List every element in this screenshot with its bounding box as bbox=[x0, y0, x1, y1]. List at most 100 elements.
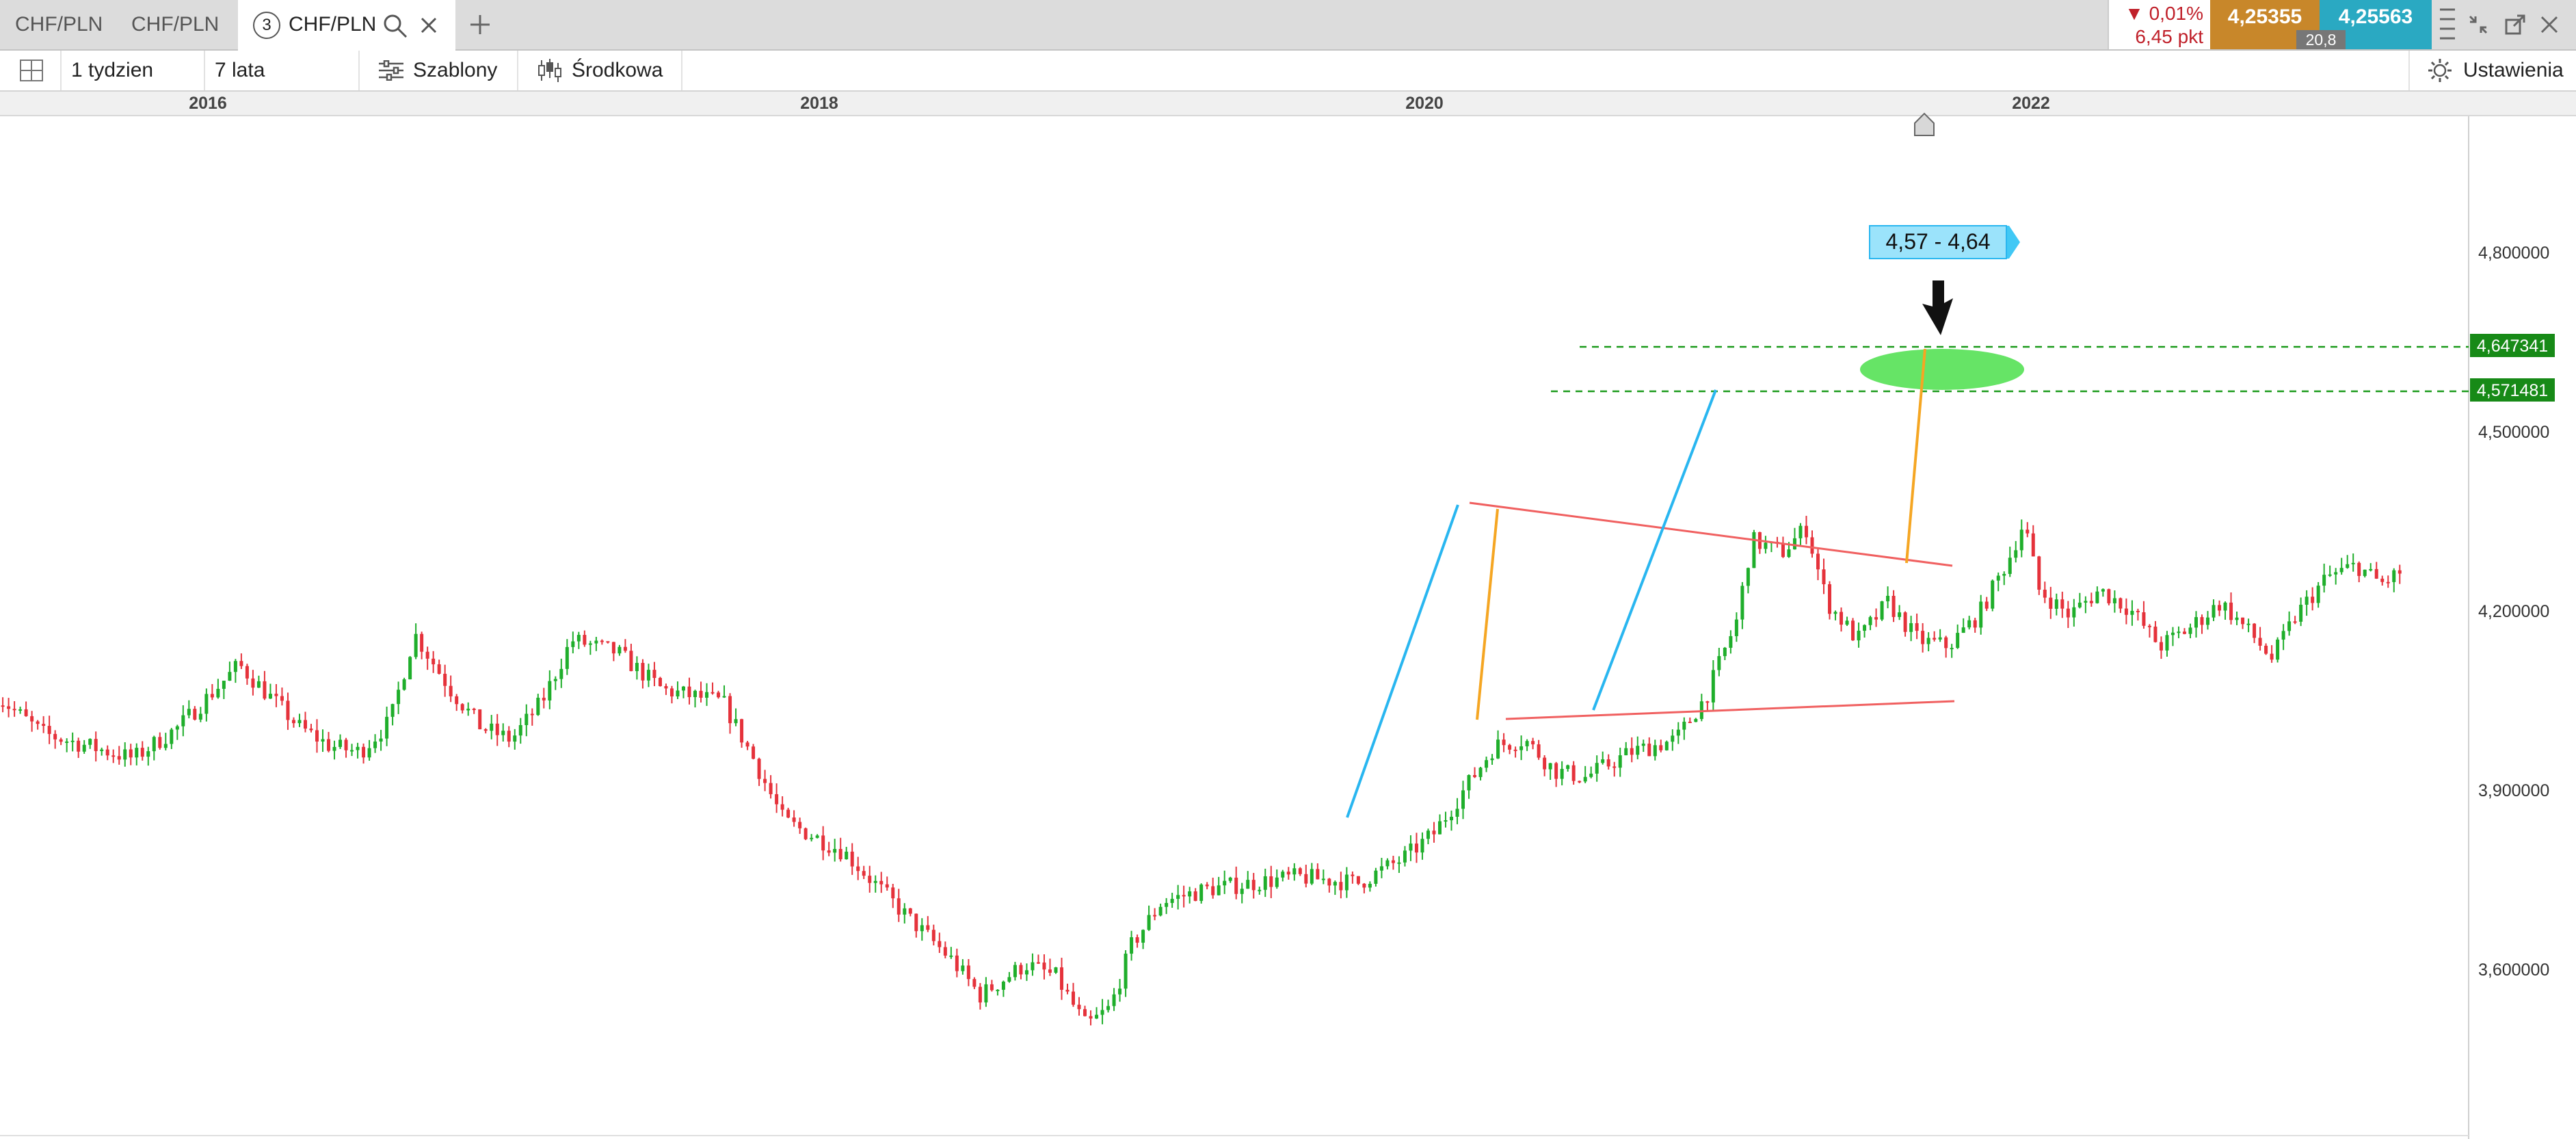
projection-orange-1 bbox=[1476, 508, 1499, 720]
candle-body bbox=[2136, 610, 2140, 613]
candle-body bbox=[2276, 639, 2280, 660]
candle-body bbox=[1281, 872, 1285, 878]
candle-body bbox=[2014, 550, 2018, 558]
candle-body bbox=[1019, 965, 1023, 975]
candle-body bbox=[2305, 597, 2309, 605]
candle-body bbox=[2124, 608, 2128, 615]
candle-body bbox=[1478, 768, 1483, 777]
candle-body bbox=[1671, 735, 1675, 742]
candle-body bbox=[1537, 744, 1541, 758]
candle-body bbox=[722, 696, 726, 698]
candle-body bbox=[1251, 880, 1256, 891]
candle-body bbox=[2101, 589, 2105, 592]
candle-body bbox=[2392, 570, 2396, 582]
candle-body bbox=[379, 738, 383, 742]
candle-body bbox=[1298, 868, 1302, 874]
candle-body bbox=[1653, 745, 1657, 757]
candle-body bbox=[623, 646, 627, 651]
candle-body bbox=[1792, 538, 1796, 550]
candle-body bbox=[687, 686, 691, 698]
candle-body bbox=[2246, 623, 2250, 625]
candle-body bbox=[897, 898, 901, 915]
candle-body bbox=[1170, 898, 1174, 903]
candle-body bbox=[763, 778, 767, 783]
candle-body bbox=[466, 708, 470, 711]
candle-body bbox=[53, 733, 57, 739]
candle-body bbox=[228, 672, 232, 681]
candle-body bbox=[2363, 569, 2367, 576]
candle-body bbox=[2316, 586, 2320, 603]
price-chart[interactable]: 4,800000 4,500000 4,200000 3,900000 3,60… bbox=[0, 0, 2576, 1139]
candle-body bbox=[1351, 874, 1355, 876]
candle-body bbox=[204, 694, 209, 714]
candle-body bbox=[1188, 891, 1192, 897]
candle-body bbox=[1368, 883, 1372, 888]
candle-body bbox=[1304, 874, 1308, 884]
candle-body bbox=[1036, 962, 1040, 964]
price-tag-lower-label: 4,571481 bbox=[2477, 381, 2548, 400]
candle-body bbox=[2322, 575, 2326, 586]
candle-body bbox=[1828, 584, 1832, 614]
candle-body bbox=[1182, 895, 1186, 897]
candle-body bbox=[1124, 954, 1128, 989]
candle-body bbox=[1717, 656, 1721, 670]
candle-body bbox=[1054, 967, 1058, 973]
candle-body bbox=[1595, 763, 1599, 774]
candle-body bbox=[717, 692, 721, 698]
candle-body bbox=[1193, 891, 1197, 901]
candle-body bbox=[984, 984, 988, 1003]
flagpole-cyan-2 bbox=[1592, 389, 1717, 711]
candle-body bbox=[1647, 744, 1651, 757]
candle-body bbox=[955, 955, 959, 971]
candle-body bbox=[1141, 930, 1145, 943]
candle-body bbox=[1566, 765, 1570, 769]
candle-body bbox=[2369, 568, 2373, 571]
candle-body bbox=[1891, 595, 1896, 617]
candle-body bbox=[2019, 529, 2023, 551]
candle-body bbox=[2095, 591, 2099, 603]
candle-body bbox=[1263, 876, 1267, 890]
candle-body bbox=[356, 746, 360, 750]
candle-body bbox=[891, 887, 895, 899]
candle-body bbox=[2077, 602, 2082, 607]
candle-body bbox=[367, 748, 371, 758]
candle-body bbox=[1135, 937, 1139, 943]
candle-body bbox=[1158, 906, 1163, 916]
candle-body bbox=[2270, 653, 2274, 660]
candle-body bbox=[1886, 595, 1890, 601]
candle-body bbox=[1543, 757, 1547, 770]
candle-body bbox=[2281, 631, 2285, 640]
candle-body bbox=[338, 739, 343, 747]
candle-body bbox=[949, 955, 953, 957]
candle-body bbox=[1118, 989, 1122, 995]
candle-body bbox=[36, 721, 40, 724]
candle-body bbox=[2142, 612, 2146, 626]
candle-body bbox=[1024, 970, 1028, 975]
candle-body bbox=[2398, 570, 2402, 574]
candle-body bbox=[2002, 573, 2006, 576]
candle-body bbox=[437, 664, 441, 674]
candle-body bbox=[518, 724, 522, 736]
candle-body bbox=[170, 729, 174, 744]
candle-body bbox=[449, 685, 453, 696]
candle-body bbox=[780, 804, 784, 810]
candle-body bbox=[1, 705, 5, 707]
candle-body bbox=[1432, 830, 1436, 835]
candle-body bbox=[705, 692, 709, 698]
candle-body bbox=[2328, 574, 2332, 576]
candle-body bbox=[18, 709, 23, 711]
candle-body bbox=[711, 692, 715, 694]
candle-body bbox=[1333, 882, 1337, 886]
candle-body bbox=[268, 694, 272, 699]
time-cursor-marker[interactable] bbox=[1914, 112, 1935, 136]
candle-body bbox=[263, 681, 267, 699]
candle-body bbox=[1059, 967, 1063, 990]
candle-body bbox=[1554, 763, 1558, 779]
candle-body bbox=[920, 925, 924, 932]
candle-body bbox=[1938, 637, 1942, 640]
candle-body bbox=[1310, 869, 1314, 884]
candle-body bbox=[181, 715, 185, 726]
candle-body bbox=[1467, 774, 1471, 791]
candle-body bbox=[2200, 617, 2204, 625]
candle-body bbox=[478, 709, 482, 730]
